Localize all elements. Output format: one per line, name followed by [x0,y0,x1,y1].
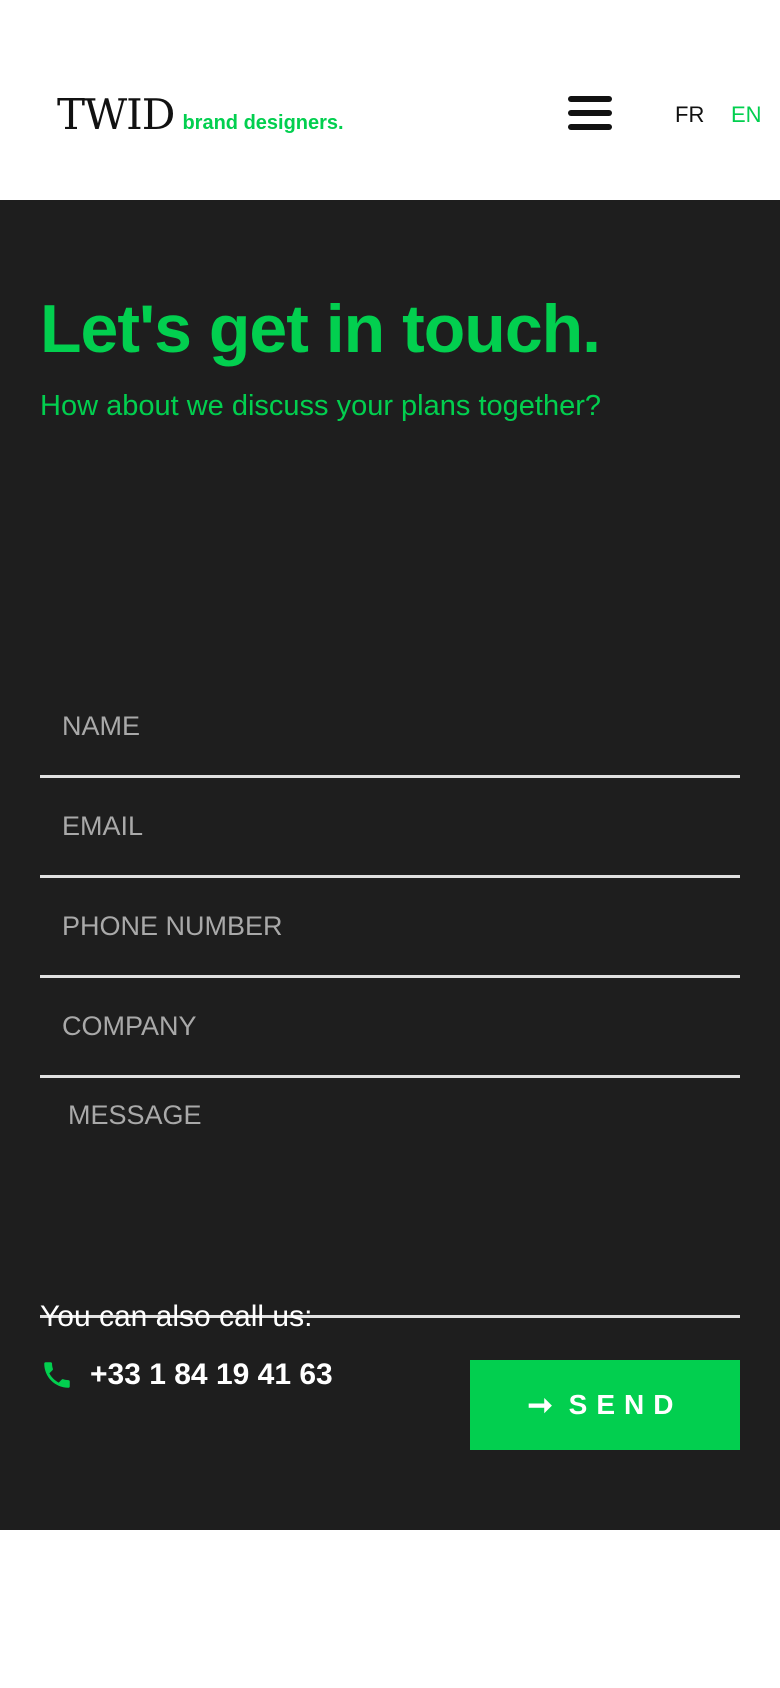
site-header: TWID brand designers. FR EN [0,0,780,200]
hamburger-bar [568,110,612,116]
phone-number-link[interactable]: +33 1 84 19 41 63 [90,1358,333,1392]
logo-tagline: brand designers. [182,112,344,134]
arrow-right-icon: ➞ [527,1388,553,1422]
logo[interactable]: TWID brand designers. [57,94,344,136]
phone-number-input[interactable] [40,878,740,975]
contact-section: Let's get in touch. How about we discuss… [0,200,780,1530]
send-button-label: SEND [568,1389,683,1420]
message-textarea[interactable] [40,1078,740,1315]
page-title: Let's get in touch. [40,291,601,367]
logo-wordmark: TWID [57,90,175,139]
name-field-wrapper [40,678,740,778]
hamburger-bar [568,96,612,102]
message-field-wrapper [40,1078,740,1318]
language-fr-link[interactable]: FR [675,102,704,128]
phone-field-wrapper [40,878,740,978]
name-input[interactable] [40,678,740,775]
language-en-link[interactable]: EN [731,102,762,128]
phone-contact: +33 1 84 19 41 63 [40,1358,333,1392]
hamburger-bar [568,124,612,130]
send-button[interactable]: ➞ SEND [470,1360,740,1450]
company-field-wrapper [40,978,740,1078]
page-subtitle: How about we discuss your plans together… [40,390,601,422]
call-us-label: You can also call us: [40,1300,313,1333]
phone-icon [44,1362,70,1388]
hamburger-menu-icon[interactable] [568,96,612,130]
email-field-wrapper [40,778,740,878]
company-input[interactable] [40,978,740,1075]
email-input[interactable] [40,778,740,875]
